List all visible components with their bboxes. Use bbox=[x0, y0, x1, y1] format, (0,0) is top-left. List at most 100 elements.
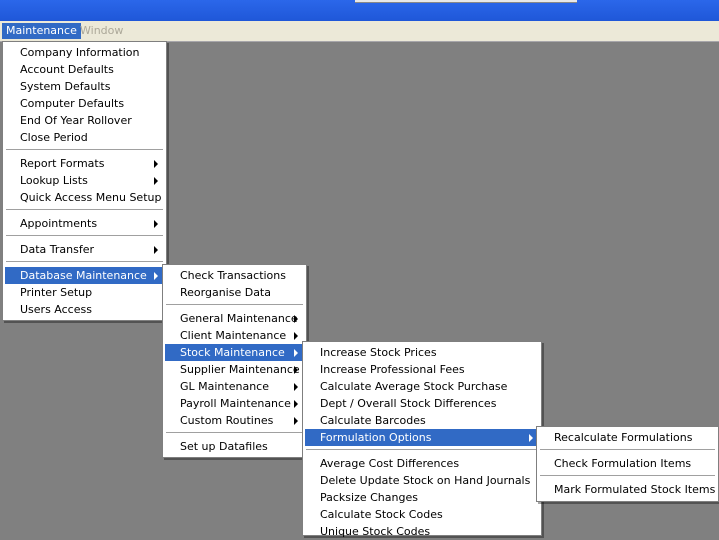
database-maintenance-submenu: Check Transactions Reorganise Data Gener… bbox=[162, 264, 307, 458]
menu-item-general-maintenance[interactable]: General Maintenance bbox=[165, 310, 304, 327]
submenu-arrow-icon bbox=[294, 366, 298, 374]
menu-item-label: Close Period bbox=[20, 131, 88, 144]
menu-item-calculate-barcodes[interactable]: Calculate Barcodes bbox=[305, 412, 539, 429]
menu-item-label: General Maintenance bbox=[180, 312, 298, 325]
menu-item-label: Client Maintenance bbox=[180, 329, 287, 342]
menu-item-set-up-datafiles[interactable]: Set up Datafiles bbox=[165, 438, 304, 455]
submenu-arrow-icon bbox=[154, 160, 158, 168]
menu-item-printer-setup[interactable]: Printer Setup bbox=[5, 284, 164, 301]
menu-item-label: Computer Defaults bbox=[20, 97, 125, 110]
submenu-arrow-icon bbox=[154, 220, 158, 228]
menu-item-label: Account Defaults bbox=[20, 63, 114, 76]
menu-item-label: System Defaults bbox=[20, 80, 111, 93]
menu-item-recalculate-formulations[interactable]: Recalculate Formulations bbox=[539, 429, 716, 446]
menu-item-label: Reorganise Data bbox=[180, 286, 271, 299]
menu-item-report-formats[interactable]: Report Formats bbox=[5, 155, 164, 172]
menu-item-label: Appointments bbox=[20, 217, 98, 230]
menu-item-stock-maintenance[interactable]: Stock Maintenance bbox=[165, 344, 304, 361]
menu-item-label: Report Formats bbox=[20, 157, 105, 170]
menu-item-label: Packsize Changes bbox=[320, 491, 418, 504]
formulation-options-submenu: Recalculate Formulations Check Formulati… bbox=[536, 426, 719, 502]
menu-item-label: Printer Setup bbox=[20, 286, 93, 299]
menu-separator bbox=[540, 475, 715, 476]
menu-item-custom-routines[interactable]: Custom Routines bbox=[165, 412, 304, 429]
menu-item-quick-access-menu-setup[interactable]: Quick Access Menu Setup bbox=[5, 189, 164, 206]
submenu-arrow-icon bbox=[154, 246, 158, 254]
menu-item-average-cost-differences[interactable]: Average Cost Differences bbox=[305, 455, 539, 472]
menu-item-label: Supplier Maintenance bbox=[180, 363, 300, 376]
menu-item-client-maintenance[interactable]: Client Maintenance bbox=[165, 327, 304, 344]
menu-item-packsize-changes[interactable]: Packsize Changes bbox=[305, 489, 539, 506]
menu-item-check-transactions[interactable]: Check Transactions bbox=[165, 267, 304, 284]
menu-item-label: Mark Formulated Stock Items bbox=[554, 483, 716, 496]
menu-bar: Maintenance Window bbox=[0, 21, 719, 42]
menu-item-label: Calculate Average Stock Purchase bbox=[320, 380, 508, 393]
submenu-arrow-icon bbox=[154, 272, 158, 280]
menu-item-label: Increase Professional Fees bbox=[320, 363, 465, 376]
menu-item-close-period[interactable]: Close Period bbox=[5, 129, 164, 146]
menu-item-label: Users Access bbox=[20, 303, 92, 316]
menu-item-reorganise-data[interactable]: Reorganise Data bbox=[165, 284, 304, 301]
menu-item-database-maintenance[interactable]: Database Maintenance bbox=[5, 267, 164, 284]
menu-separator bbox=[166, 432, 303, 433]
menu-item-label: End Of Year Rollover bbox=[20, 114, 132, 127]
menu-separator bbox=[6, 209, 163, 210]
menu-item-system-defaults[interactable]: System Defaults bbox=[5, 78, 164, 95]
menu-item-label: Stock Maintenance bbox=[180, 346, 285, 359]
menu-item-calculate-stock-codes[interactable]: Calculate Stock Codes bbox=[305, 506, 539, 523]
menu-item-label: Check Transactions bbox=[180, 269, 286, 282]
menu-item-end-of-year-rollover[interactable]: End Of Year Rollover bbox=[5, 112, 164, 129]
menu-item-label: Custom Routines bbox=[180, 414, 274, 427]
menu-separator bbox=[6, 235, 163, 236]
submenu-arrow-icon bbox=[294, 349, 298, 357]
menu-item-label: Check Formulation Items bbox=[554, 457, 692, 470]
menu-item-label: Payroll Maintenance bbox=[180, 397, 291, 410]
menu-item-label: GL Maintenance bbox=[180, 380, 269, 393]
menu-item-gl-maintenance[interactable]: GL Maintenance bbox=[165, 378, 304, 395]
menu-item-label: Dept / Overall Stock Differences bbox=[320, 397, 497, 410]
menu-item-supplier-maintenance[interactable]: Supplier Maintenance bbox=[165, 361, 304, 378]
menu-item-appointments[interactable]: Appointments bbox=[5, 215, 164, 232]
menu-item-label: Set up Datafiles bbox=[180, 440, 268, 453]
menu-item-label: Formulation Options bbox=[320, 431, 432, 444]
menu-separator bbox=[540, 449, 715, 450]
menu-item-label: Recalculate Formulations bbox=[554, 431, 693, 444]
menu-separator bbox=[6, 149, 163, 150]
menu-maintenance[interactable]: Maintenance bbox=[2, 23, 81, 39]
maintenance-menu: Company Information Account Defaults Sys… bbox=[2, 41, 167, 321]
submenu-arrow-icon bbox=[294, 417, 298, 425]
menu-item-label: Average Cost Differences bbox=[320, 457, 460, 470]
menu-item-delete-update-stock-on-hand-journals[interactable]: Delete Update Stock on Hand Journals bbox=[305, 472, 539, 489]
title-bar bbox=[0, 0, 719, 21]
menu-item-data-transfer[interactable]: Data Transfer bbox=[5, 241, 164, 258]
menu-item-dept-overall-stock-differences[interactable]: Dept / Overall Stock Differences bbox=[305, 395, 539, 412]
menu-item-lookup-lists[interactable]: Lookup Lists bbox=[5, 172, 164, 189]
submenu-arrow-icon bbox=[154, 177, 158, 185]
submenu-arrow-icon bbox=[294, 383, 298, 391]
submenu-arrow-icon bbox=[529, 434, 533, 442]
menu-item-label: Lookup Lists bbox=[20, 174, 88, 187]
menu-item-account-defaults[interactable]: Account Defaults bbox=[5, 61, 164, 78]
menu-item-increase-stock-prices[interactable]: Increase Stock Prices bbox=[305, 344, 539, 361]
menu-item-label: Increase Stock Prices bbox=[320, 346, 437, 359]
submenu-arrow-icon bbox=[294, 315, 298, 323]
menu-item-calculate-average-stock-purchase[interactable]: Calculate Average Stock Purchase bbox=[305, 378, 539, 395]
menu-item-increase-professional-fees[interactable]: Increase Professional Fees bbox=[305, 361, 539, 378]
menu-separator bbox=[6, 261, 163, 262]
submenu-arrow-icon bbox=[294, 400, 298, 408]
menu-item-payroll-maintenance[interactable]: Payroll Maintenance bbox=[165, 395, 304, 412]
submenu-arrow-icon bbox=[294, 332, 298, 340]
title-field bbox=[355, 0, 577, 3]
menu-item-computer-defaults[interactable]: Computer Defaults bbox=[5, 95, 164, 112]
menu-item-label: Calculate Barcodes bbox=[320, 414, 426, 427]
menu-window[interactable]: Window bbox=[76, 23, 127, 39]
menu-item-check-formulation-items[interactable]: Check Formulation Items bbox=[539, 455, 716, 472]
menu-item-users-access[interactable]: Users Access bbox=[5, 301, 164, 318]
menu-item-formulation-options[interactable]: Formulation Options bbox=[305, 429, 539, 446]
menu-item-label: Calculate Stock Codes bbox=[320, 508, 443, 521]
menu-item-company-information[interactable]: Company Information bbox=[5, 44, 164, 61]
menu-item-label: Database Maintenance bbox=[20, 269, 147, 282]
stock-maintenance-submenu: Increase Stock Prices Increase Professio… bbox=[302, 341, 542, 538]
menu-item-mark-formulated-stock-items[interactable]: Mark Formulated Stock Items bbox=[539, 481, 716, 498]
menu-separator bbox=[306, 449, 538, 450]
